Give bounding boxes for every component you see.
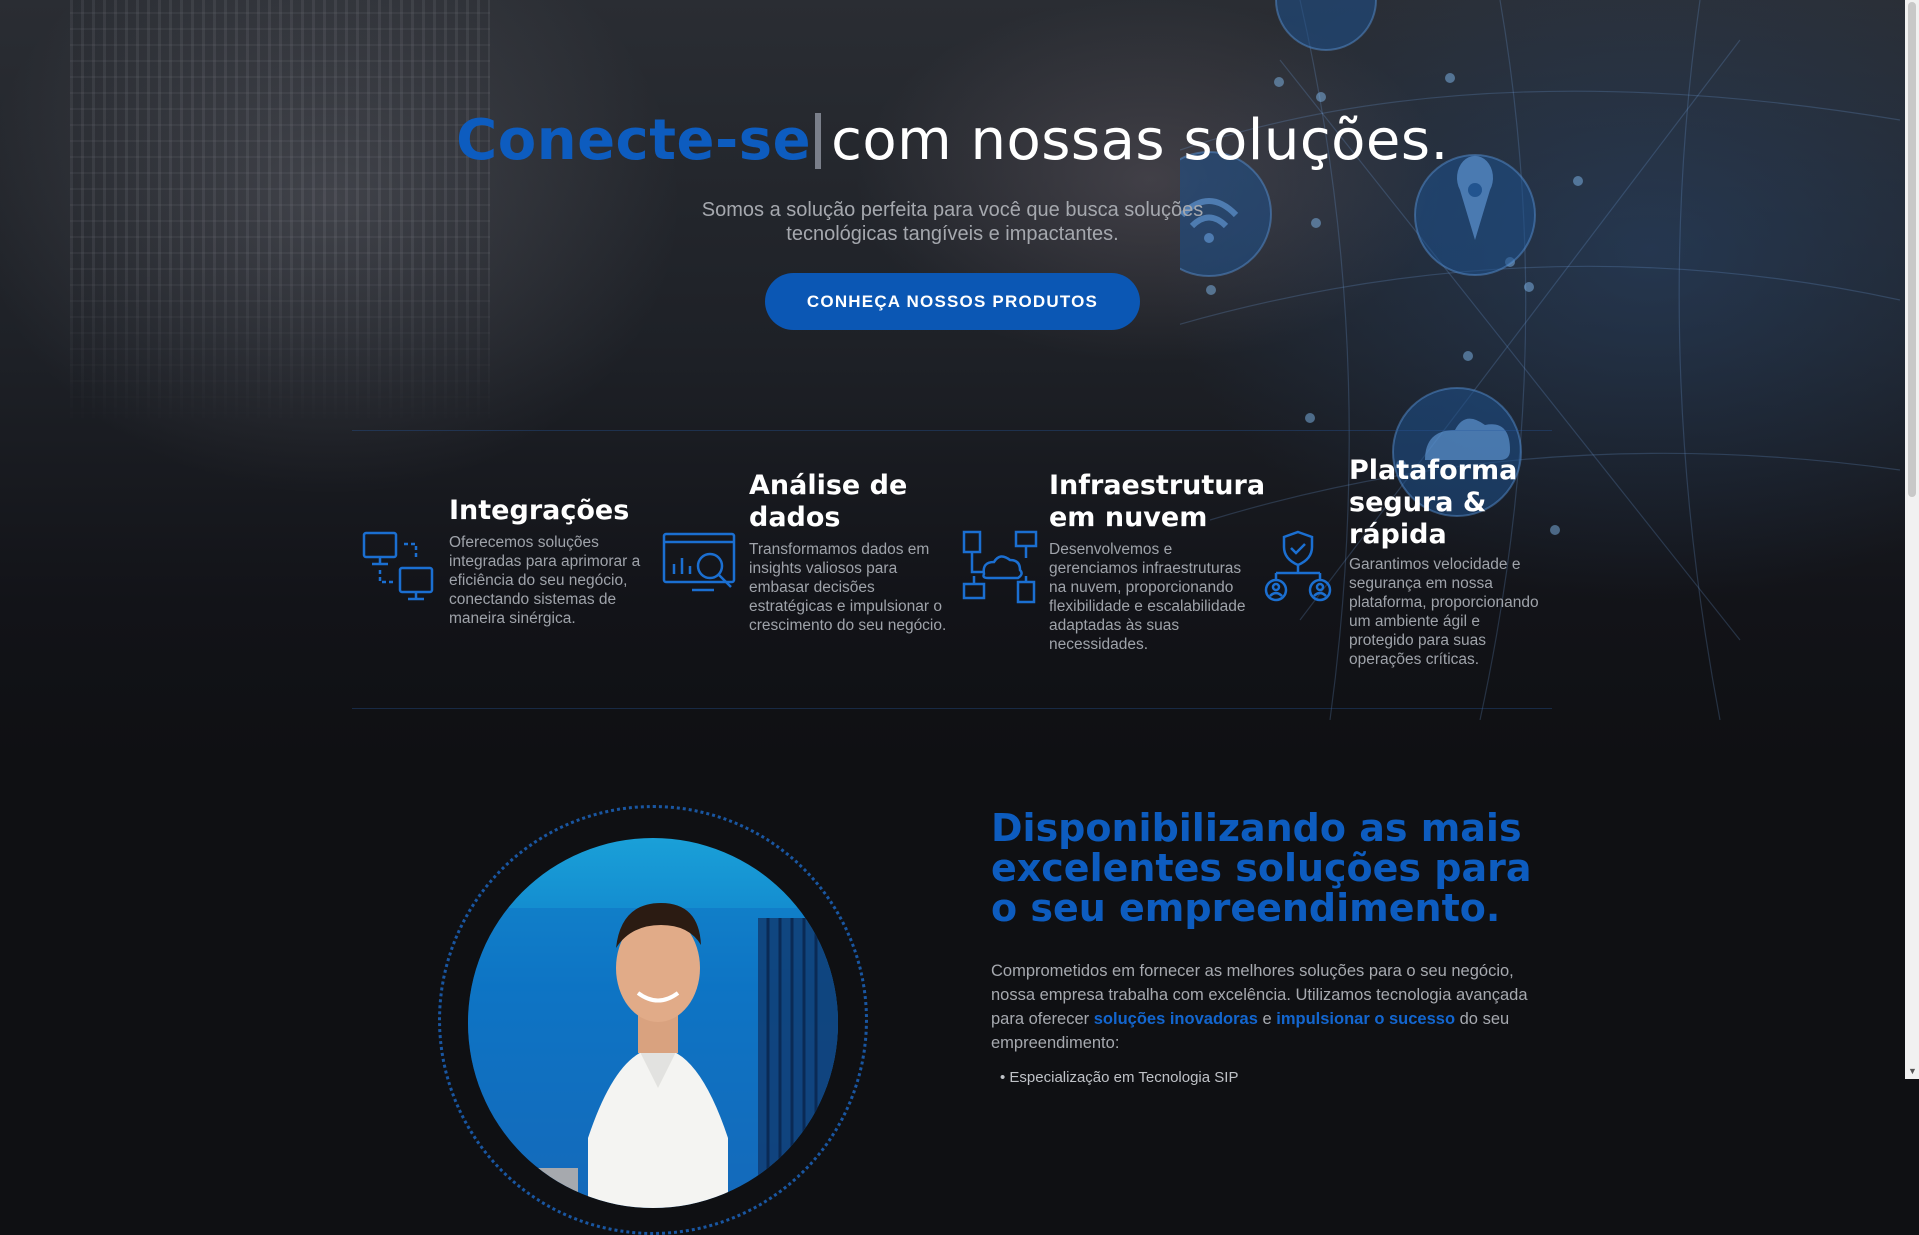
cloud-network-icon (962, 530, 1038, 604)
data-analysis-icon (662, 532, 736, 592)
about-title: Disponibilizando as mais excelentes solu… (991, 806, 1532, 930)
hero-title-rest: com nossas soluções. (831, 108, 1449, 173)
about-body: Comprometidos em fornecer as melhores so… (991, 959, 1551, 1055)
page-scrollbar[interactable]: ▼ (1905, 0, 1919, 1079)
hero-title-accent: Conecte-se (456, 108, 812, 173)
products-cta-button[interactable]: CONHEÇA NOSSOS PRODUTOS (765, 273, 1140, 330)
highlight-text: soluções inovadoras (1093, 1010, 1258, 1028)
feature-text: Transformamos dados em insights valiosos… (749, 541, 947, 634)
person-illustration (468, 903, 838, 1208)
monitor-sync-icon (362, 531, 434, 601)
portrait-wrapper (438, 805, 868, 1235)
feature-integracoes: Integrações Oferecemos soluções integrad… (362, 495, 652, 655)
feature-title: Infraestrutura em nuvem (1049, 470, 1266, 533)
about-text: e (1257, 1010, 1277, 1028)
feature-analise-dados: Análise de dados Transformamos dados em … (662, 470, 952, 680)
highlight-text: impulsionar o sucesso (1276, 1010, 1456, 1028)
typing-cursor (815, 113, 822, 169)
feature-text: Garantimos velocidade e segurança em nos… (1349, 556, 1539, 668)
feature-title: Integrações (449, 495, 630, 526)
feature-title: Análise de dados (749, 470, 908, 533)
feature-text: Desenvolvemos e gerenciamos infraestrutu… (1049, 541, 1246, 653)
list-item: • Especialização em Tecnologia SIP (1000, 1069, 1239, 1086)
feature-title: Plataforma segura & rápida (1349, 455, 1518, 550)
hero-subtitle: Somos a solução perfeita para você que b… (0, 198, 1905, 246)
scrollbar-thumb[interactable] (1908, 2, 1916, 497)
feature-plataforma-segura: Plataforma segura & rápida Garantimos ve… (1262, 455, 1562, 700)
divider (352, 430, 1552, 431)
hero-subtitle-line: Somos a solução perfeita para você que b… (701, 199, 1204, 221)
hero-section: Conecte-se com nossas soluções. Somos a s… (0, 0, 1905, 760)
feature-infraestrutura: Infraestrutura em nuvem Desenvolvemos e … (962, 470, 1266, 680)
feature-text: Oferecemos soluções integradas para apri… (449, 534, 641, 627)
hero-subtitle-line: tecnológicas tangíveis e impactantes. (786, 223, 1119, 245)
divider (352, 708, 1552, 709)
secure-users-icon (1264, 530, 1332, 602)
scroll-down-arrow-icon[interactable]: ▼ (1908, 1066, 1917, 1076)
list-item-label: Especialização em Tecnologia SIP (1009, 1069, 1239, 1086)
team-member-photo (468, 838, 838, 1208)
hero-title: Conecte-se com nossas soluções. (0, 108, 1905, 173)
